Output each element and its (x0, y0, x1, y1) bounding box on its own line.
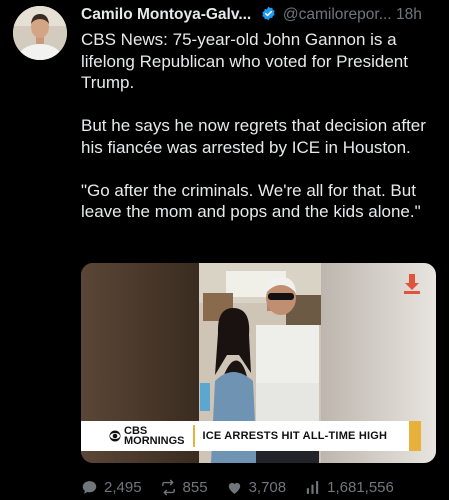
reply-button[interactable]: 2,495 (81, 479, 142, 496)
news-lower-third: CBS MORNINGS ICE ARRESTS HIT ALL-TIME HI… (81, 421, 421, 451)
cbs-mornings-logo: CBS MORNINGS (81, 425, 195, 447)
reply-count: 2,495 (104, 478, 142, 496)
download-icon[interactable] (402, 273, 422, 295)
repost-icon (161, 479, 175, 495)
repost-button[interactable]: 855 (160, 479, 208, 496)
tweet-header: Camilo Montoya-Galv... @camilorepor... 1… (81, 5, 441, 25)
network-name-bottom: MORNINGS (124, 435, 185, 447)
like-button[interactable]: 3,708 (226, 478, 287, 496)
heart-icon (228, 482, 240, 494)
news-headline: ICE ARRESTS HIT ALL-TIME HIGH (202, 430, 388, 442)
views-bar-icon (306, 480, 319, 494)
verified-badge-icon (261, 6, 275, 21)
lower-third-accent (409, 421, 421, 451)
like-count: 3,708 (248, 478, 287, 496)
tweet-media-video[interactable]: CBS MORNINGS ICE ARRESTS HIT ALL-TIME HI… (81, 263, 436, 463)
reply-icon (82, 480, 97, 494)
author-name[interactable]: Camilo Montoya-Galv... (81, 6, 251, 23)
repost-count: 855 (182, 478, 208, 496)
views-button[interactable]: 1,681,556 (304, 479, 394, 496)
tweet-action-bar: 2,495 855 3,708 1,681,556 (81, 477, 412, 497)
author-avatar[interactable] (13, 6, 67, 60)
cbs-eye-icon (109, 430, 121, 442)
view-count: 1,681,556 (327, 478, 394, 496)
tweet-time[interactable]: 18h (396, 6, 422, 23)
tweet-text: CBS News: 75-year-old John Gannon is a l… (81, 30, 426, 221)
author-handle[interactable]: @camilorepor... (283, 6, 392, 23)
